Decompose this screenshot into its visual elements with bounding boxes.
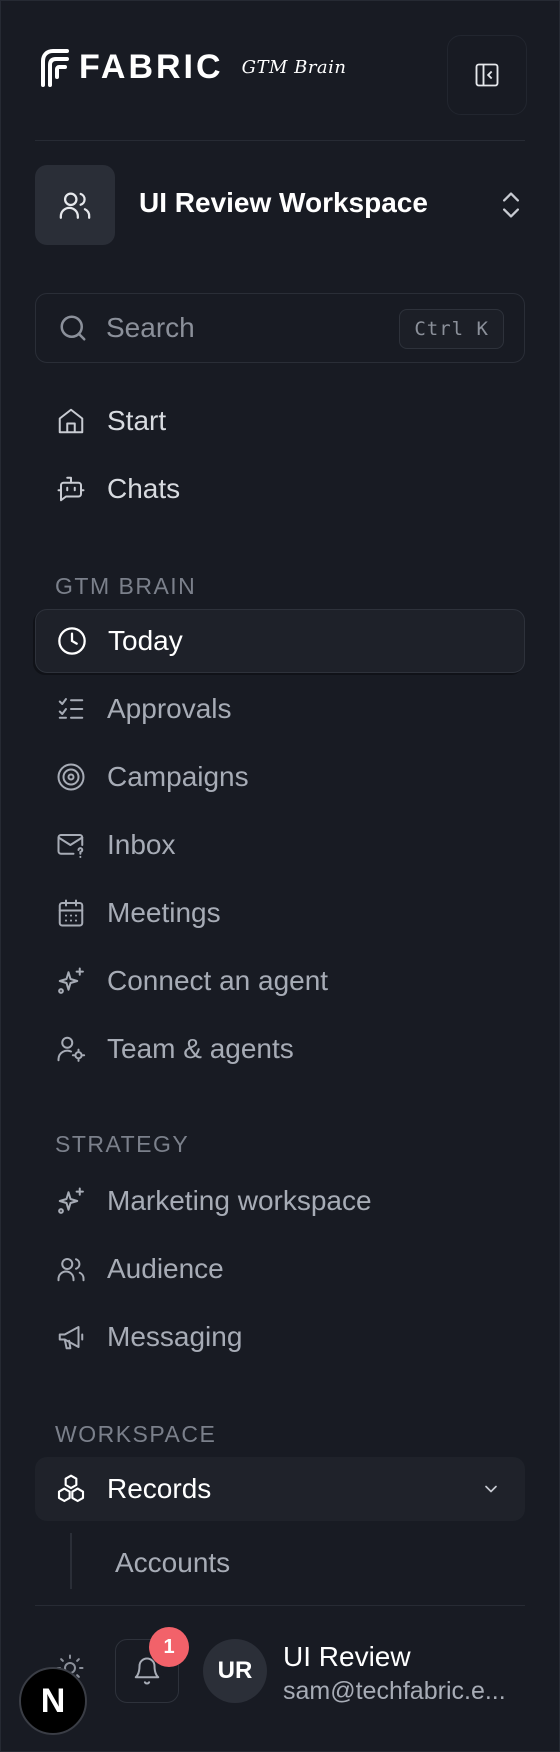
home-icon bbox=[55, 405, 87, 437]
section-label-workspace: WORKSPACE bbox=[55, 1421, 217, 1447]
collapse-sidebar-button[interactable] bbox=[447, 35, 527, 115]
users-icon bbox=[55, 1253, 87, 1285]
nav-item-label: Meetings bbox=[107, 897, 221, 928]
clock-icon bbox=[56, 625, 88, 657]
section-label-gtm-brain: GTM BRAIN bbox=[55, 573, 197, 599]
brand-name: FABRIC bbox=[79, 47, 224, 86]
chevrons-up-down-icon bbox=[502, 192, 519, 218]
bot-icon bbox=[55, 473, 87, 505]
search-box[interactable]: Ctrl K bbox=[35, 293, 525, 363]
nav-item-label: Inbox bbox=[107, 829, 176, 860]
nav-item-chats[interactable]: Chats bbox=[35, 457, 525, 521]
nav-item-audience[interactable]: Audience bbox=[35, 1237, 525, 1301]
nav-item-approvals[interactable]: Approvals bbox=[35, 677, 525, 741]
nav-item-label: Connect an agent bbox=[107, 965, 329, 996]
sparkles-icon bbox=[55, 965, 87, 997]
search-shortcut: Ctrl K bbox=[399, 309, 504, 349]
nav-item-marketing-workspace[interactable]: Marketing workspace bbox=[35, 1169, 525, 1233]
user-email: sam@techfabric.e... bbox=[283, 1677, 506, 1705]
user-avatar[interactable]: UR bbox=[203, 1639, 267, 1703]
submenu-indent-line bbox=[70, 1533, 72, 1589]
fabric-logo-icon bbox=[41, 49, 69, 87]
nav-item-label: Start bbox=[107, 405, 167, 436]
nav-item-inbox[interactable]: Inbox bbox=[35, 813, 525, 877]
target-icon bbox=[55, 761, 87, 793]
nav-item-label: Approvals bbox=[107, 693, 232, 724]
mail-question-icon bbox=[55, 829, 87, 861]
brand-logo[interactable]: FABRIC GTM Brain bbox=[39, 45, 347, 89]
nav-item-label: Today bbox=[108, 625, 183, 656]
megaphone-icon bbox=[55, 1321, 87, 1353]
nav-item-label: Audience bbox=[107, 1253, 224, 1284]
user-cog-icon bbox=[55, 1033, 87, 1065]
nav-item-label: Marketing workspace bbox=[107, 1185, 372, 1216]
user-name[interactable]: UI Review bbox=[283, 1641, 411, 1673]
nav-item-connect-agent[interactable]: Connect an agent bbox=[35, 949, 525, 1013]
nav-item-messaging[interactable]: Messaging bbox=[35, 1305, 525, 1369]
brand-tagline: GTM Brain bbox=[241, 56, 347, 78]
workspace-name[interactable]: UI Review Workspace bbox=[139, 187, 428, 219]
chevron-down-icon bbox=[485, 1485, 497, 1493]
nav-item-label: Records bbox=[107, 1473, 212, 1504]
nav-group-records[interactable]: Records bbox=[35, 1457, 525, 1521]
sparkles-icon bbox=[55, 1185, 87, 1217]
nav-item-start[interactable]: Start bbox=[35, 389, 525, 453]
search-input[interactable] bbox=[106, 312, 386, 344]
sidebar: FABRIC GTM Brain UI Review Workspace Sea… bbox=[0, 0, 560, 1752]
nav-item-label: Campaigns bbox=[107, 761, 249, 792]
nav-subitem-accounts[interactable]: Accounts bbox=[115, 1547, 230, 1579]
nav-item-label: Team & agents bbox=[107, 1033, 294, 1064]
calendar-icon bbox=[55, 897, 87, 929]
checklist-icon bbox=[55, 693, 87, 725]
nav-item-today[interactable]: Today bbox=[35, 609, 525, 673]
footer-divider bbox=[35, 1605, 525, 1606]
boxes-icon bbox=[55, 1473, 87, 1505]
nav-item-campaigns[interactable]: Campaigns bbox=[35, 745, 525, 809]
workspace-switcher-button[interactable] bbox=[497, 189, 525, 226]
dev-tools-badge[interactable]: N bbox=[19, 1667, 87, 1735]
header-divider bbox=[35, 140, 525, 141]
nav-item-meetings[interactable]: Meetings bbox=[35, 881, 525, 945]
panel-collapse-icon bbox=[475, 63, 499, 87]
notification-count-badge: 1 bbox=[149, 1627, 189, 1667]
nav-item-label: Chats bbox=[107, 473, 181, 504]
section-label-strategy: STRATEGY bbox=[55, 1131, 190, 1157]
search-icon bbox=[60, 315, 86, 341]
nav-item-team-agents[interactable]: Team & agents bbox=[35, 1017, 525, 1081]
users-icon bbox=[59, 192, 91, 219]
workspace-avatar[interactable] bbox=[35, 165, 115, 245]
nav-item-label: Messaging bbox=[107, 1321, 243, 1352]
